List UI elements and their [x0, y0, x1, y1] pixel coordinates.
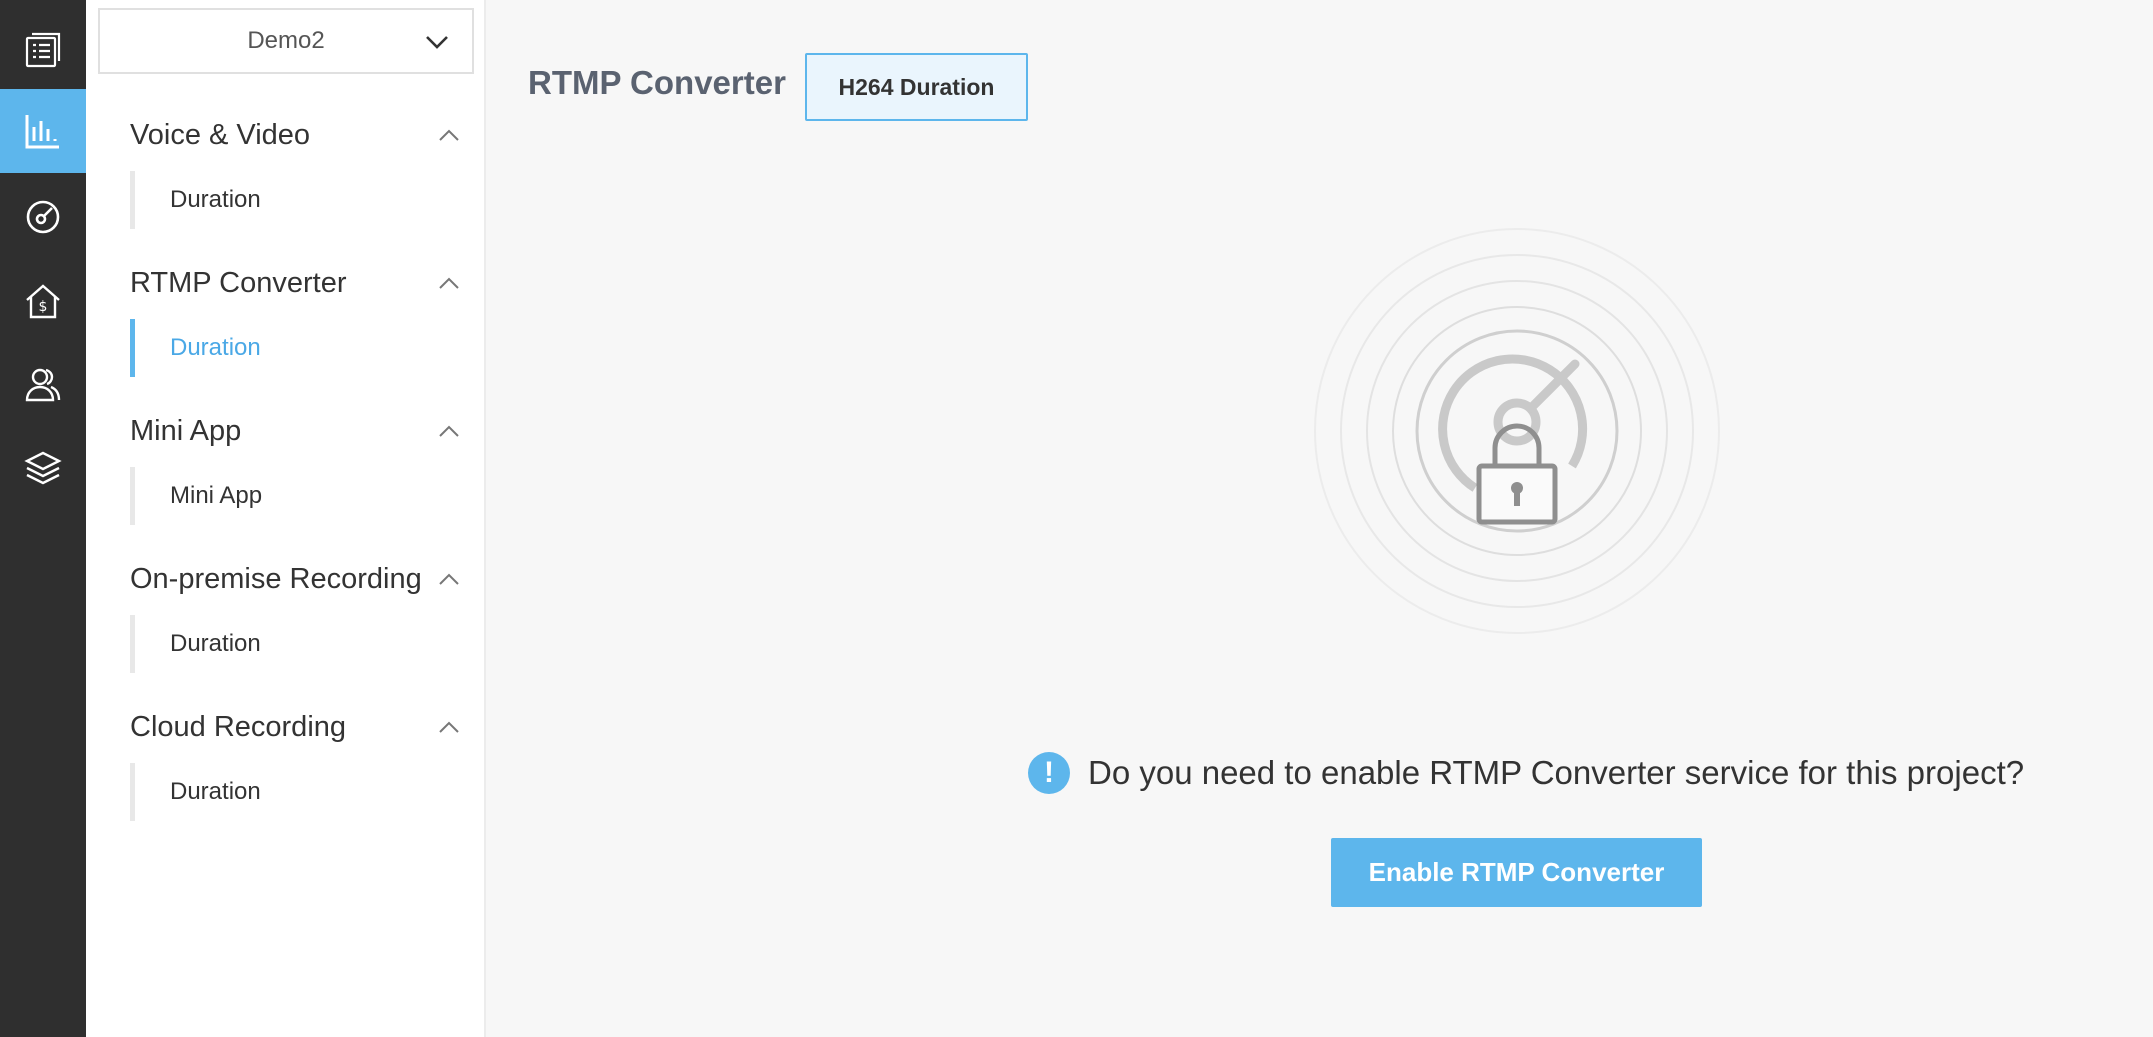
section-title: Voice & Video [130, 118, 311, 151]
section-on-premise-recording: On-premise Recording Duration [130, 555, 460, 673]
users-icon [25, 368, 61, 402]
layers-icon [24, 451, 62, 485]
bar-chart-icon [25, 115, 59, 149]
info-exclamation-icon: ! [1028, 752, 1070, 794]
tab-label: H264 Duration [838, 73, 995, 100]
chevron-up-icon [439, 573, 459, 585]
chevron-up-icon [439, 425, 459, 437]
sidebar-item-rtmp-duration[interactable]: Duration [130, 319, 460, 377]
section-title: Cloud Recording [130, 710, 347, 743]
sidebar-item-on-premise-duration[interactable]: Duration [130, 615, 460, 673]
tab-h264-duration[interactable]: H264 Duration [805, 53, 1028, 121]
enable-notice: ! Do you need to enable RTMP Converter s… [1028, 752, 2024, 794]
section-voice-video: Voice & Video Duration [130, 111, 460, 229]
chevron-up-icon [439, 277, 459, 289]
section-header-rtmp-converter[interactable]: RTMP Converter [130, 259, 460, 307]
section-title: RTMP Converter [130, 266, 347, 299]
chevron-up-icon [439, 721, 459, 733]
section-cloud-recording: Cloud Recording Duration [130, 703, 460, 821]
sidebar-item-label: Duration [170, 186, 261, 213]
gauge-icon [26, 200, 60, 234]
section-rtmp-converter: RTMP Converter Duration [130, 259, 460, 377]
section-header-mini-app[interactable]: Mini App [130, 407, 460, 455]
section-header-cloud-recording[interactable]: Cloud Recording [130, 703, 460, 751]
icon-rail: $ [0, 0, 86, 1037]
page-title: RTMP Converter [528, 64, 786, 101]
rail-item-members[interactable] [0, 342, 86, 426]
sidebar-item-label: Duration [170, 334, 261, 361]
rail-item-monitor[interactable] [0, 175, 86, 259]
rail-item-projects[interactable] [0, 8, 86, 92]
enable-rtmp-converter-button[interactable]: Enable RTMP Converter [1331, 838, 1702, 907]
section-header-on-premise-recording[interactable]: On-premise Recording [130, 555, 460, 603]
section-mini-app: Mini App Mini App [130, 407, 460, 525]
rail-item-billing[interactable]: $ [0, 259, 86, 343]
svg-text:$: $ [39, 299, 48, 315]
chevron-up-icon [439, 129, 459, 141]
project-select[interactable]: Demo2 [98, 8, 474, 74]
rail-item-analytics[interactable] [0, 89, 86, 173]
notice-text: Do you need to enable RTMP Converter ser… [1088, 754, 2025, 791]
sidebar: Demo2 Voice & Video Duration RTMP Conver… [86, 0, 486, 1037]
chevron-down-icon [426, 36, 448, 49]
sidebar-item-label: Duration [170, 630, 261, 657]
sidebar-item-voice-video-duration[interactable]: Duration [130, 171, 460, 229]
enable-button-label: Enable RTMP Converter [1368, 857, 1665, 887]
section-title: Mini App [130, 414, 242, 447]
main-content: RTMP Converter H264 Duration ! Do you ne… [486, 0, 2153, 1037]
project-select-value: Demo2 [247, 27, 325, 54]
sidebar-item-label: Duration [170, 778, 261, 805]
sidebar-item-label: Mini App [170, 482, 263, 509]
sidebar-item-cloud-duration[interactable]: Duration [130, 763, 460, 821]
locked-service-illustration [1314, 228, 1720, 634]
section-header-voice-video[interactable]: Voice & Video [130, 111, 460, 159]
section-title: On-premise Recording [130, 562, 422, 595]
sidebar-item-mini-app[interactable]: Mini App [130, 467, 460, 525]
rail-item-layers[interactable] [0, 426, 86, 510]
billing-home-icon: $ [26, 284, 60, 319]
document-list-icon [25, 32, 61, 68]
